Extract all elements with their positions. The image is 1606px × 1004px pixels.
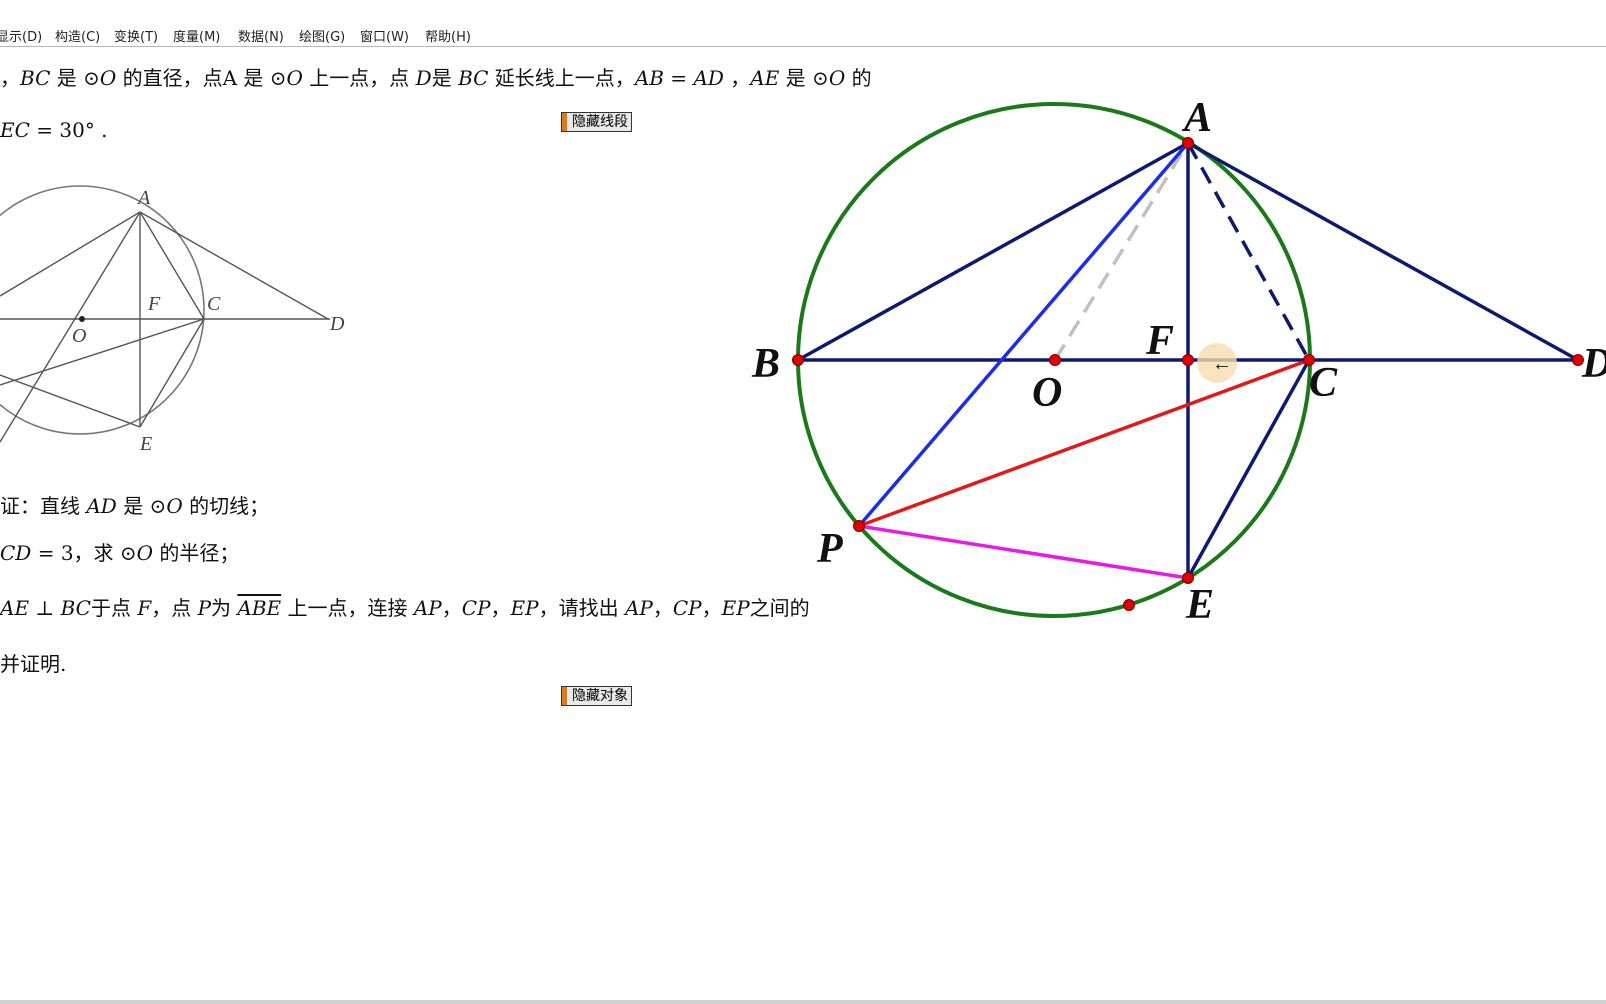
- label-e: E: [1185, 582, 1214, 628]
- segment-pc[interactable]: [858, 358, 1310, 528]
- label-o: O: [1032, 370, 1062, 416]
- label-d: D: [1581, 341, 1606, 387]
- point-f[interactable]: [1182, 354, 1194, 366]
- point-p[interactable]: [853, 520, 865, 532]
- bottom-border: [0, 1000, 1606, 1004]
- label-p: P: [816, 526, 843, 572]
- left-arrow-cursor-icon: ←: [1212, 353, 1232, 375]
- segment-ap[interactable]: [857, 141, 1190, 528]
- segment-ab[interactable]: [797, 141, 1189, 362]
- label-b: B: [751, 341, 780, 387]
- point-b[interactable]: [792, 354, 804, 366]
- point-on-circle[interactable]: [1123, 599, 1135, 611]
- label-f: F: [1145, 318, 1174, 364]
- segment-ce[interactable]: [1186, 359, 1311, 579]
- label-c: C: [1309, 360, 1338, 406]
- geometry-canvas: ← A B C D E F O P: [751, 95, 1606, 628]
- point-o[interactable]: [1049, 354, 1061, 366]
- label-a: A: [1181, 95, 1212, 141]
